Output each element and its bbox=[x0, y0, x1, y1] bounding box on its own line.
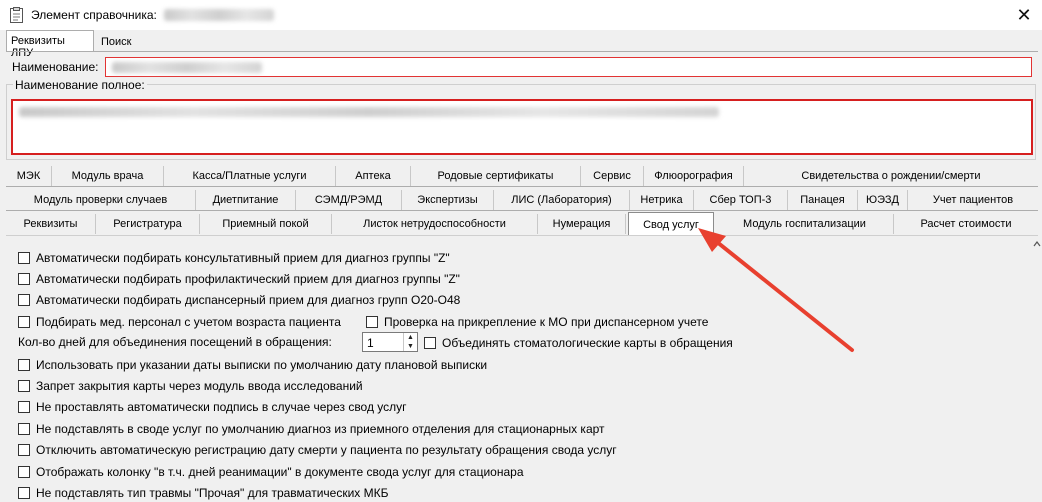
services-summary-panel: Автоматически подбирать консультативный … bbox=[6, 235, 1038, 501]
checkbox[interactable] bbox=[18, 294, 30, 306]
divider bbox=[6, 210, 1038, 211]
tab-yuezd[interactable]: ЮЭЗД bbox=[858, 190, 908, 210]
stepper-value: 1 bbox=[367, 336, 374, 350]
option-row[interactable]: Отключить автоматическую регистрацию дат… bbox=[18, 443, 617, 459]
checkbox[interactable] bbox=[18, 359, 30, 371]
tab-case-check-module[interactable]: Модуль проверки случаев bbox=[6, 190, 196, 210]
tab-hospitalization[interactable]: Модуль госпитализации bbox=[716, 214, 894, 234]
tab-row-3: Реквизиты Регистратура Приемный покой Ли… bbox=[6, 212, 1038, 236]
window-title: Элемент справочника: bbox=[31, 8, 157, 22]
tab-panacea[interactable]: Панацея bbox=[788, 190, 858, 210]
tab-pharmacy[interactable]: Аптека bbox=[336, 166, 411, 186]
option-row[interactable]: Запрет закрытия карты через модуль ввода… bbox=[18, 379, 363, 395]
option-row[interactable]: Объединять стоматологические карты в обр… bbox=[424, 336, 733, 352]
checkbox[interactable] bbox=[424, 337, 436, 349]
tab-netrika[interactable]: Нетрика bbox=[630, 190, 694, 210]
tab-requisites-lpu[interactable]: Реквизиты ЛПУ bbox=[6, 30, 94, 59]
divider bbox=[6, 186, 1038, 187]
tab-birth-death-certs[interactable]: Свидетельства о рождении/смерти bbox=[744, 166, 1038, 186]
tab-sick-leave[interactable]: Листок нетрудоспособности bbox=[332, 214, 538, 234]
tab-sber-top3[interactable]: Сбер ТОП-3 bbox=[694, 190, 788, 210]
tab-admission[interactable]: Приемный покой bbox=[200, 214, 332, 234]
tab-fluorography[interactable]: Флюорография bbox=[644, 166, 744, 186]
checkbox[interactable] bbox=[18, 316, 30, 328]
tab-birth-certs[interactable]: Родовые сертификаты bbox=[411, 166, 581, 186]
checkbox[interactable] bbox=[18, 401, 30, 413]
option-label: Не проставлять автоматически подпись в с… bbox=[36, 400, 407, 414]
tab-diet[interactable]: Диетпитание bbox=[196, 190, 296, 210]
checkbox[interactable] bbox=[18, 380, 30, 392]
tab-patient-accounting[interactable]: Учет пациентов bbox=[908, 190, 1038, 210]
option-label: Отображать колонку "в т.ч. дней реанимац… bbox=[36, 465, 524, 479]
stepper-arrows-icon[interactable]: ▲ ▼ bbox=[403, 333, 417, 351]
checkbox[interactable] bbox=[18, 466, 30, 478]
tab-cashbox[interactable]: Касса/Платные услуги bbox=[164, 166, 336, 186]
full-name-label: Наименование полное: bbox=[13, 78, 147, 92]
option-label: Отключить автоматическую регистрацию дат… bbox=[36, 443, 617, 457]
tab-row-2: Модуль проверки случаев Диетпитание СЭМД… bbox=[6, 190, 1038, 210]
option-label: Автоматически подбирать профилактический… bbox=[36, 272, 460, 286]
option-row[interactable]: Проверка на прикрепление к МО при диспан… bbox=[366, 315, 708, 331]
option-label: Проверка на прикрепление к МО при диспан… bbox=[384, 315, 709, 329]
option-label: Не подставлять тип травмы "Прочая" для т… bbox=[36, 486, 389, 500]
tab-cost-calc[interactable]: Расчет стоимости bbox=[894, 214, 1038, 234]
tab-lis[interactable]: ЛИС (Лаборатория) bbox=[494, 190, 630, 210]
checkbox[interactable] bbox=[18, 252, 30, 264]
tab-search[interactable]: Поиск bbox=[96, 31, 140, 51]
name-input[interactable] bbox=[105, 57, 1032, 77]
tab-mek[interactable]: МЭК bbox=[6, 166, 52, 186]
name-label: Наименование: bbox=[12, 60, 99, 74]
option-row[interactable]: Автоматически подбирать консультативный … bbox=[18, 251, 450, 267]
full-name-group: Наименование полное: bbox=[6, 78, 1036, 160]
tab-numbering[interactable]: Нумерация bbox=[538, 214, 626, 234]
option-row[interactable]: Использовать при указании даты выписки п… bbox=[18, 358, 487, 374]
option-row[interactable]: Не подставлять тип травмы "Прочая" для т… bbox=[18, 486, 388, 502]
option-row[interactable]: Не проставлять автоматически подпись в с… bbox=[18, 400, 407, 416]
scroll-up-icon[interactable] bbox=[1033, 239, 1041, 501]
option-row[interactable]: Отображать колонку "в т.ч. дней реанимац… bbox=[18, 465, 524, 481]
option-label: Не подставлять в своде услуг по умолчани… bbox=[36, 422, 605, 436]
checkbox[interactable] bbox=[18, 273, 30, 285]
close-icon[interactable]: ✕ bbox=[1012, 3, 1036, 27]
option-row[interactable]: Автоматически подбирать профилактический… bbox=[18, 272, 460, 288]
divider bbox=[6, 51, 1038, 52]
redacted-name bbox=[112, 62, 262, 73]
tab-semd[interactable]: СЭМД/РЭМД bbox=[296, 190, 402, 210]
title-bar: Элемент справочника: ✕ bbox=[0, 0, 1042, 30]
option-label: Автоматически подбирать диспансерный при… bbox=[36, 293, 461, 307]
tab-requisites[interactable]: Реквизиты bbox=[6, 214, 96, 234]
option-label: Использовать при указании даты выписки п… bbox=[36, 358, 488, 372]
checkbox[interactable] bbox=[18, 487, 30, 499]
tab-services-summary[interactable]: Свод услуг bbox=[628, 212, 714, 236]
checkbox[interactable] bbox=[366, 316, 378, 328]
option-label: Объединять стоматологические карты в обр… bbox=[442, 336, 733, 350]
days-merge-stepper[interactable]: 1 ▲ ▼ bbox=[362, 332, 418, 352]
redacted-title bbox=[164, 9, 274, 21]
days-merge-label: Кол-во дней для объединения посещений в … bbox=[18, 335, 332, 349]
option-row[interactable]: Не подставлять в своде услуг по умолчани… bbox=[18, 422, 605, 438]
option-row[interactable]: Подбирать мед. персонал с учетом возраст… bbox=[18, 315, 341, 331]
tab-row-1: МЭК Модуль врача Касса/Платные услуги Ап… bbox=[6, 166, 1038, 186]
option-label: Автоматически подбирать консультативный … bbox=[36, 251, 450, 265]
tab-registry[interactable]: Регистратура bbox=[96, 214, 200, 234]
checkbox[interactable] bbox=[18, 444, 30, 456]
tab-service[interactable]: Сервис bbox=[581, 166, 644, 186]
tab-expertise[interactable]: Экспертизы bbox=[402, 190, 494, 210]
checkbox[interactable] bbox=[18, 423, 30, 435]
tab-doctor-module[interactable]: Модуль врача bbox=[52, 166, 164, 186]
full-name-input[interactable] bbox=[11, 99, 1033, 155]
clipboard-icon bbox=[10, 7, 23, 23]
option-label: Подбирать мед. персонал с учетом возраст… bbox=[36, 315, 341, 329]
option-row[interactable]: Автоматически подбирать диспансерный при… bbox=[18, 293, 460, 309]
redacted-full-name bbox=[19, 107, 719, 117]
option-label: Запрет закрытия карты через модуль ввода… bbox=[36, 379, 363, 393]
